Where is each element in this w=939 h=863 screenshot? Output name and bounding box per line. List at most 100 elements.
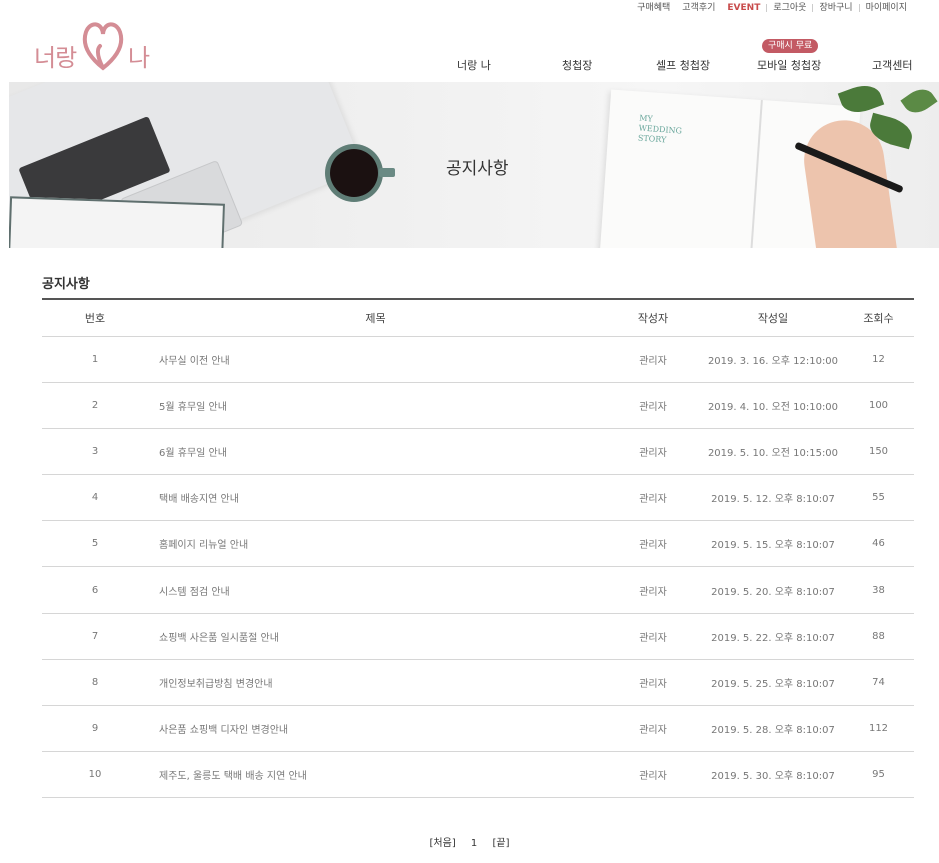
row-date: 2019. 5. 30. 오후 8:10:07 xyxy=(703,751,843,799)
row-number: 2 xyxy=(42,382,148,429)
row-number: 8 xyxy=(42,659,148,707)
row-views: 150 xyxy=(843,428,914,476)
nav-item-self-invitation[interactable]: 셀프 청첩장 xyxy=(656,57,710,73)
util-link-benefits[interactable]: 구매혜택 xyxy=(631,2,676,14)
row-writer: 관리자 xyxy=(603,613,703,660)
row-title-cell: 쇼핑백 사은품 일시품절 안내 xyxy=(148,613,603,660)
row-writer: 관리자 xyxy=(603,336,703,383)
row-writer: 관리자 xyxy=(603,520,703,568)
nav-item-mobile-invitation[interactable]: 모바일 청첩장 xyxy=(757,57,821,73)
row-views: 46 xyxy=(843,520,914,568)
book-cover-text: MY WEDDING STORY xyxy=(637,113,683,145)
row-title-link[interactable]: 5월 휴무일 안내 xyxy=(159,402,227,413)
col-header-date: 작성일 xyxy=(703,298,843,337)
row-views: 12 xyxy=(843,336,914,383)
row-writer: 관리자 xyxy=(603,382,703,429)
row-date: 2019. 5. 28. 오후 8:10:07 xyxy=(703,705,843,753)
col-header-number: 번호 xyxy=(42,298,148,337)
row-title-cell: 제주도, 울릉도 택배 배송 지연 안내 xyxy=(148,751,603,799)
nav-item-invitation[interactable]: 청첩장 xyxy=(562,57,592,73)
row-writer: 관리자 xyxy=(603,428,703,476)
row-title-cell: 개인정보취급방침 변경안내 xyxy=(148,659,603,707)
table-row: 2 5월 휴무일 안내 관리자 2019. 4. 10. 오전 10:10:00 100 xyxy=(42,382,914,429)
row-date: 2019. 4. 10. 오전 10:10:00 xyxy=(703,382,843,429)
pagination-last[interactable]: [끝] xyxy=(492,838,509,849)
col-header-views: 조회수 xyxy=(843,298,914,337)
promo-badge: 구매시 무료 xyxy=(762,39,819,53)
pagination-first[interactable]: [처음] xyxy=(430,838,456,849)
col-header-title: 제목 xyxy=(148,298,603,337)
nav-item-home[interactable]: 너랑 나 xyxy=(457,57,491,73)
row-title-link[interactable]: 홈페이지 리뉴얼 안내 xyxy=(159,540,248,551)
row-title-cell: 시스템 점검 안내 xyxy=(148,566,603,614)
row-title-link[interactable]: 6월 휴무일 안내 xyxy=(159,448,227,459)
table-row: 8 개인정보취급방침 변경안내 관리자 2019. 5. 25. 오후 8:10:07… xyxy=(42,659,914,707)
row-date: 2019. 5. 20. 오후 8:10:07 xyxy=(703,566,843,614)
row-views: 88 xyxy=(843,613,914,660)
row-title-link[interactable]: 시스템 점검 안내 xyxy=(159,587,230,598)
row-date: 2019. 3. 16. 오후 12:10:00 xyxy=(703,336,843,383)
row-title-link[interactable]: 제주도, 울릉도 택배 배송 지연 안내 xyxy=(159,771,307,782)
row-views: 112 xyxy=(843,705,914,753)
table-row: 4 택배 배송지연 안내 관리자 2019. 5. 12. 오후 8:10:07 55 xyxy=(42,474,914,522)
pagination-page-1[interactable]: 1 xyxy=(471,838,477,849)
row-number: 5 xyxy=(42,520,148,568)
util-link-event[interactable]: EVENT xyxy=(721,2,766,14)
row-number: 1 xyxy=(42,336,148,383)
row-views: 100 xyxy=(843,382,914,429)
row-writer: 관리자 xyxy=(603,705,703,753)
row-number: 7 xyxy=(42,613,148,660)
col-header-writer: 작성자 xyxy=(603,298,703,337)
row-number: 9 xyxy=(42,705,148,753)
table-row: 9 사은품 쇼핑백 디자인 변경안내 관리자 2019. 5. 28. 오후 8:10… xyxy=(42,705,914,753)
row-title-cell: 5월 휴무일 안내 xyxy=(148,382,603,429)
row-number: 3 xyxy=(42,428,148,476)
notice-table: 번호 제목 작성자 작성일 조회수 1 사무실 이전 안내 관리자 2019. 3. … xyxy=(42,298,914,799)
main-nav: 너랑 나 청첩장 셀프 청첩장 모바일 청첩장 고객센터 xyxy=(0,57,939,75)
banner-title: 공지사항 xyxy=(446,159,509,179)
util-link-logout[interactable]: 로그아웃 xyxy=(767,2,812,14)
table-row: 6 시스템 점검 안내 관리자 2019. 5. 20. 오후 8:10:07 38 xyxy=(42,566,914,614)
table-header-row: 번호 제목 작성자 작성일 조회수 xyxy=(42,298,914,337)
row-writer: 관리자 xyxy=(603,474,703,522)
section-title: 공지사항 xyxy=(42,277,90,292)
row-number: 6 xyxy=(42,566,148,614)
row-date: 2019. 5. 22. 오후 8:10:07 xyxy=(703,613,843,660)
row-views: 95 xyxy=(843,751,914,799)
row-number: 4 xyxy=(42,474,148,522)
row-writer: 관리자 xyxy=(603,659,703,707)
row-title-cell: 사무실 이전 안내 xyxy=(148,336,603,383)
util-link-mypage[interactable]: 마이페이지 xyxy=(860,2,913,14)
notebook-image xyxy=(9,196,225,248)
utility-nav: 구매혜택 고객후기 EVENT 로그아웃 장바구니 마이페이지 xyxy=(631,2,913,14)
util-link-cart[interactable]: 장바구니 xyxy=(813,2,858,14)
row-title-link[interactable]: 사은품 쇼핑백 디자인 변경안내 xyxy=(159,725,288,736)
row-number: 10 xyxy=(42,751,148,799)
row-title-cell: 홈페이지 리뉴얼 안내 xyxy=(148,520,603,568)
table-row: 1 사무실 이전 안내 관리자 2019. 3. 16. 오후 12:10:00 12 xyxy=(42,336,914,383)
row-title-link[interactable]: 사무실 이전 안내 xyxy=(159,356,230,367)
table-row: 5 홈페이지 리뉴얼 안내 관리자 2019. 5. 15. 오후 8:10:07 46 xyxy=(42,520,914,568)
util-link-reviews[interactable]: 고객후기 xyxy=(676,2,721,14)
row-title-cell: 사은품 쇼핑백 디자인 변경안내 xyxy=(148,705,603,753)
row-writer: 관리자 xyxy=(603,566,703,614)
row-views: 74 xyxy=(843,659,914,707)
nav-item-customer-center[interactable]: 고객센터 xyxy=(872,57,912,73)
row-title-cell: 택배 배송지연 안내 xyxy=(148,474,603,522)
row-title-link[interactable]: 택배 배송지연 안내 xyxy=(159,494,239,505)
row-title-link[interactable]: 쇼핑백 사은품 일시품절 안내 xyxy=(159,633,279,644)
row-views: 55 xyxy=(843,474,914,522)
row-title-link[interactable]: 개인정보취급방침 변경안내 xyxy=(159,679,273,690)
row-date: 2019. 5. 15. 오후 8:10:07 xyxy=(703,520,843,568)
row-date: 2019. 5. 10. 오전 10:15:00 xyxy=(703,428,843,476)
row-writer: 관리자 xyxy=(603,751,703,799)
table-row: 3 6월 휴무일 안내 관리자 2019. 5. 10. 오전 10:15:00 150 xyxy=(42,428,914,476)
row-views: 38 xyxy=(843,566,914,614)
row-title-cell: 6월 휴무일 안내 xyxy=(148,428,603,476)
table-row: 10 제주도, 울릉도 택배 배송 지연 안내 관리자 2019. 5. 30. 오후… xyxy=(42,751,914,799)
pagination: [처음] 1 [끝] xyxy=(0,834,939,849)
row-date: 2019. 5. 12. 오후 8:10:07 xyxy=(703,474,843,522)
leaf-image xyxy=(900,83,938,119)
coffee-cup-image xyxy=(325,144,395,202)
page-banner: MY WEDDING STORY 공지사항 xyxy=(9,82,939,248)
